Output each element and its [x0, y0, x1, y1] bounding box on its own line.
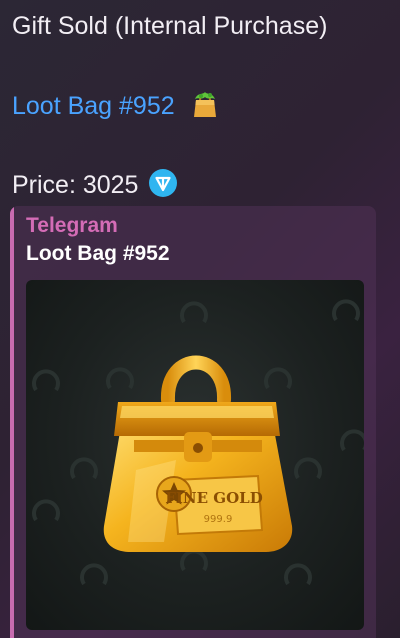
gift-link[interactable]: Loot Bag #952 — [12, 92, 175, 120]
ton-coin-icon — [148, 168, 178, 205]
chat-screen: Gift Sold (Internal Purchase) Loot Bag #… — [0, 0, 400, 638]
preview-accent-bar — [10, 206, 14, 638]
link-preview-card[interactable]: Telegram Loot Bag #952 FINE GOLD 999.9 — [10, 206, 376, 638]
message-title: Gift Sold (Internal Purchase) — [12, 12, 328, 40]
tag-number: 999.9 — [204, 514, 233, 525]
price-row: Price: 3025 — [12, 168, 178, 205]
golden-bag-image: FINE GOLD 999.9 — [32, 299, 364, 586]
gift-link-row: Loot Bag #952 — [12, 88, 221, 127]
preview-image[interactable]: FINE GOLD 999.9 — [26, 280, 364, 630]
shopping-bag-icon — [189, 88, 221, 127]
preview-title: Loot Bag #952 — [26, 242, 170, 265]
preview-site-name: Telegram — [26, 214, 118, 237]
price-label: Price: 3025 — [12, 171, 139, 200]
tag-text: FINE GOLD — [165, 489, 262, 507]
